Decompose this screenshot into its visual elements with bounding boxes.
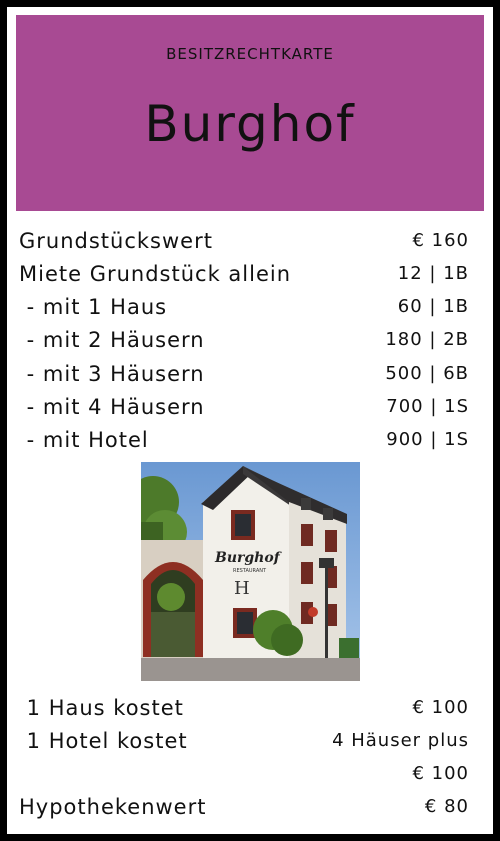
photo-sign-subtext: RESTAURANT (233, 568, 267, 574)
rent-value: € 160 (412, 230, 469, 251)
rent-row: - mit 2 Häusern 180 | 2B (19, 328, 469, 358)
rent-row: - mit 1 Haus 60 | 1B (19, 295, 469, 325)
rent-label: - mit Hotel (19, 428, 149, 452)
property-photo: Burghof RESTAURANT H (141, 462, 360, 681)
hotel-cost-row-continued: € 100 (19, 762, 469, 792)
mortgage-label: Hypothekenwert (19, 795, 207, 819)
property-name: Burghof (144, 95, 356, 153)
hotel-cost-label: 1 Hotel kostet (19, 729, 188, 753)
house-cost-row: 1 Haus kostet € 100 (19, 696, 469, 726)
rent-label: Grundstückswert (19, 229, 213, 253)
rent-value: 180 | 2B (385, 329, 469, 350)
property-card: BESITZRECHTKARTE Burghof Grundstückswert… (7, 7, 493, 834)
card-header: BESITZRECHTKARTE Burghof (16, 15, 484, 211)
card-type-label: BESITZRECHTKARTE (166, 45, 334, 63)
hotel-cost-row: 1 Hotel kostet 4 Häuser plus (19, 729, 469, 759)
hotel-cost-value: 4 Häuser plus (332, 730, 469, 751)
rent-row: - mit 4 Häusern 700 | 1S (19, 395, 469, 425)
rent-row: - mit 3 Häusern 500 | 6B (19, 362, 469, 392)
rent-label: - mit 1 Haus (19, 295, 168, 319)
rent-value: 12 | 1B (397, 263, 469, 284)
mortgage-row: Hypothekenwert € 80 (19, 795, 469, 825)
house-cost-label: 1 Haus kostet (19, 696, 184, 720)
rent-value: 500 | 6B (385, 363, 469, 384)
photo-sign-text: Burghof (214, 550, 283, 566)
house-cost-value: € 100 (412, 697, 469, 718)
mortgage-value: € 80 (424, 796, 469, 817)
rent-label: Miete Grundstück allein (19, 262, 292, 286)
hotel-cost-value-extra: € 100 (412, 763, 469, 784)
rent-row: - mit Hotel 900 | 1S (19, 428, 469, 458)
rent-value: 900 | 1S (386, 429, 469, 450)
rent-label: - mit 4 Häusern (19, 395, 205, 419)
svg-text:H: H (234, 578, 250, 599)
rent-row: Grundstückswert € 160 (19, 229, 469, 259)
rent-label: - mit 2 Häusern (19, 328, 205, 352)
rent-value: 700 | 1S (386, 396, 469, 417)
rent-label: - mit 3 Häusern (19, 362, 205, 386)
rent-value: 60 | 1B (397, 296, 469, 317)
rent-row: Miete Grundstück allein 12 | 1B (19, 262, 469, 292)
